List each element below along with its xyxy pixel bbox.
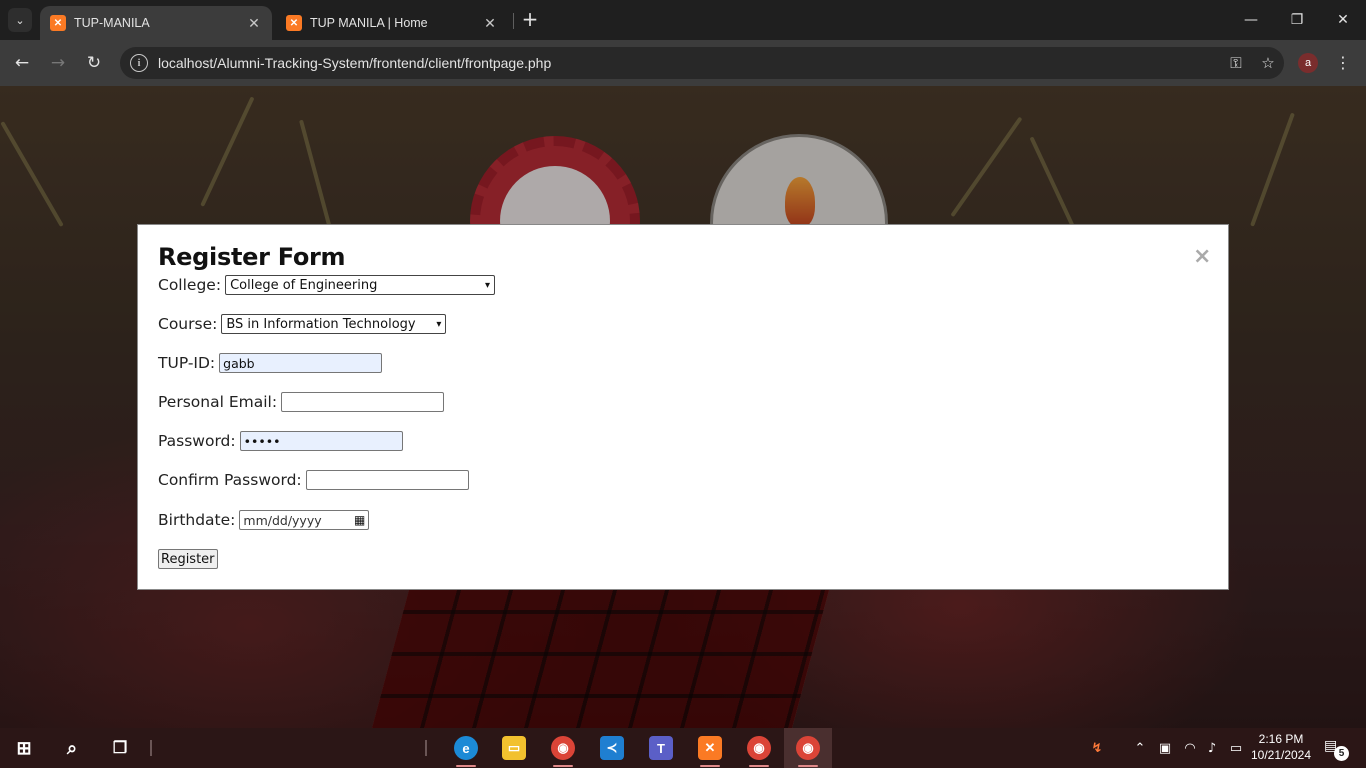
chevron-down-icon: ▾ <box>485 279 491 291</box>
close-tab-icon[interactable]: ✕ <box>482 15 498 32</box>
forward-arrow-icon[interactable]: → <box>46 51 70 75</box>
chrome-icon[interactable]: ◉ <box>539 728 587 768</box>
course-select[interactable]: BS in Information Technology ▾ <box>221 314 447 334</box>
password-input[interactable]: ••••• <box>239 431 403 451</box>
birthdate-row: Birthdate: mm/dd/yyyy ▦ <box>158 509 370 531</box>
start-icon[interactable]: ⊞ <box>0 728 48 768</box>
calendar-icon[interactable]: ▦ <box>354 513 365 527</box>
college-row: College: College of Engineering ▾ <box>158 274 496 296</box>
course-row: Course: BS in Information Technology ▾ <box>158 313 447 335</box>
tab-divider <box>513 13 514 29</box>
tup-id-label: TUP-ID: <box>158 354 216 372</box>
password-row: Password: ••••• <box>158 430 403 452</box>
new-tab-button[interactable]: + <box>520 9 540 31</box>
page-viewport: × Register Form College: College of Engi… <box>0 86 1366 728</box>
confirm-password-label: Confirm Password: <box>158 471 302 489</box>
task-view-icon[interactable]: ❐ <box>96 728 144 768</box>
chrome-profile-a-icon[interactable]: ◉ <box>784 728 832 768</box>
close-icon[interactable]: × <box>1193 246 1211 268</box>
tab-tup-manila-home[interactable]: ✕ TUP MANILA | Home ✕ <box>276 6 508 40</box>
chevron-up-icon[interactable]: ⌃ <box>1130 728 1150 768</box>
volume-icon[interactable]: ♪ <box>1202 728 1222 768</box>
tab-title: TUP MANILA | Home <box>310 16 428 30</box>
birthdate-label: Birthdate: <box>158 511 236 529</box>
xampp-favicon-icon: ✕ <box>286 15 302 31</box>
xampp-favicon-icon: ✕ <box>50 15 66 31</box>
clock-time: 2:16 PM <box>1258 732 1304 746</box>
minimize-icon[interactable]: — <box>1228 0 1274 40</box>
reload-icon[interactable]: ↻ <box>82 51 106 75</box>
close-tab-icon[interactable]: ✕ <box>246 15 262 32</box>
xampp-tray-icon[interactable]: ↯ <box>1082 728 1112 768</box>
notification-center-icon[interactable]: ▤ 5 <box>1324 738 1349 761</box>
register-modal: × Register Form College: College of Engi… <box>137 224 1229 590</box>
course-label: Course: <box>158 315 218 333</box>
taskbar-divider <box>150 740 152 756</box>
xampp-icon[interactable]: ✕ <box>686 728 734 768</box>
birthdate-placeholder: mm/dd/yyyy <box>243 512 322 528</box>
vscode-icon[interactable]: ≺ <box>588 728 636 768</box>
email-row: Personal Email: <box>158 391 445 413</box>
site-info-icon[interactable]: i <box>130 54 148 72</box>
bookmark-star-icon[interactable]: ☆ <box>1252 54 1284 72</box>
back-arrow-icon[interactable]: ← <box>10 51 34 75</box>
restore-icon[interactable]: ❐ <box>1274 0 1320 40</box>
chrome-profile-s-icon[interactable]: ◉ <box>735 728 783 768</box>
confirm-password-row: Confirm Password: <box>158 469 469 491</box>
tab-tup-manila[interactable]: ✕ TUP-MANILA ✕ <box>40 6 272 40</box>
register-button[interactable]: Register <box>158 549 218 569</box>
course-select-value: BS in Information Technology <box>226 316 416 332</box>
battery-icon[interactable]: ▭ <box>1226 728 1246 768</box>
password-key-icon[interactable]: ⚿ <box>1220 54 1252 72</box>
meet-now-icon[interactable]: ▣ <box>1155 728 1175 768</box>
confirm-password-input[interactable] <box>305 470 469 490</box>
file-explorer-icon[interactable]: ▭ <box>490 728 538 768</box>
browser-toolbar: ← → ↻ i localhost/Alumni-Tracking-System… <box>0 40 1366 86</box>
college-label: College: <box>158 276 222 294</box>
tup-id-input[interactable]: gabb <box>219 353 383 373</box>
email-input[interactable] <box>281 392 445 412</box>
search-icon[interactable]: ⌕ <box>48 728 96 768</box>
chevron-down-icon: ▾ <box>436 318 442 330</box>
password-label: Password: <box>158 432 236 450</box>
tab-strip: ⌄ ✕ TUP-MANILA ✕ ✕ TUP MANILA | Home ✕ +… <box>0 0 1366 40</box>
college-select-value: College of Engineering <box>230 277 378 293</box>
tab-search-button[interactable]: ⌄ <box>8 8 32 32</box>
menu-kebab-icon[interactable]: ⋮ <box>1333 51 1353 75</box>
profile-avatar[interactable]: a <box>1298 53 1318 73</box>
clock-date: 10/21/2024 <box>1250 748 1312 762</box>
modal-title: Register Form <box>158 243 346 271</box>
birthdate-input[interactable]: mm/dd/yyyy ▦ <box>239 510 370 530</box>
windows-taskbar: ⊞ ⌕ ❐ e ▭ ◉ ≺ T ✕ ◉ ◉ ↯ ⌃ ▣ ◠ ♪ ▭ 2:16 P… <box>0 728 1366 768</box>
taskbar-divider <box>425 740 427 756</box>
email-label: Personal Email: <box>158 393 278 411</box>
college-select[interactable]: College of Engineering ▾ <box>225 275 496 295</box>
wifi-icon[interactable]: ◠ <box>1180 728 1200 768</box>
tup-id-row: TUP-ID: gabb <box>158 352 383 374</box>
notification-badge: 5 <box>1334 746 1349 761</box>
teams-icon[interactable]: T <box>637 728 685 768</box>
edge-icon[interactable]: e <box>442 728 490 768</box>
window-close-icon[interactable]: ✕ <box>1320 0 1366 40</box>
tab-title: TUP-MANILA <box>74 16 150 30</box>
system-clock[interactable]: 2:16 PM 10/21/2024 <box>1248 731 1314 763</box>
url-text[interactable]: localhost/Alumni-Tracking-System/fronten… <box>158 55 1220 71</box>
address-bar[interactable]: i localhost/Alumni-Tracking-System/front… <box>120 47 1284 79</box>
